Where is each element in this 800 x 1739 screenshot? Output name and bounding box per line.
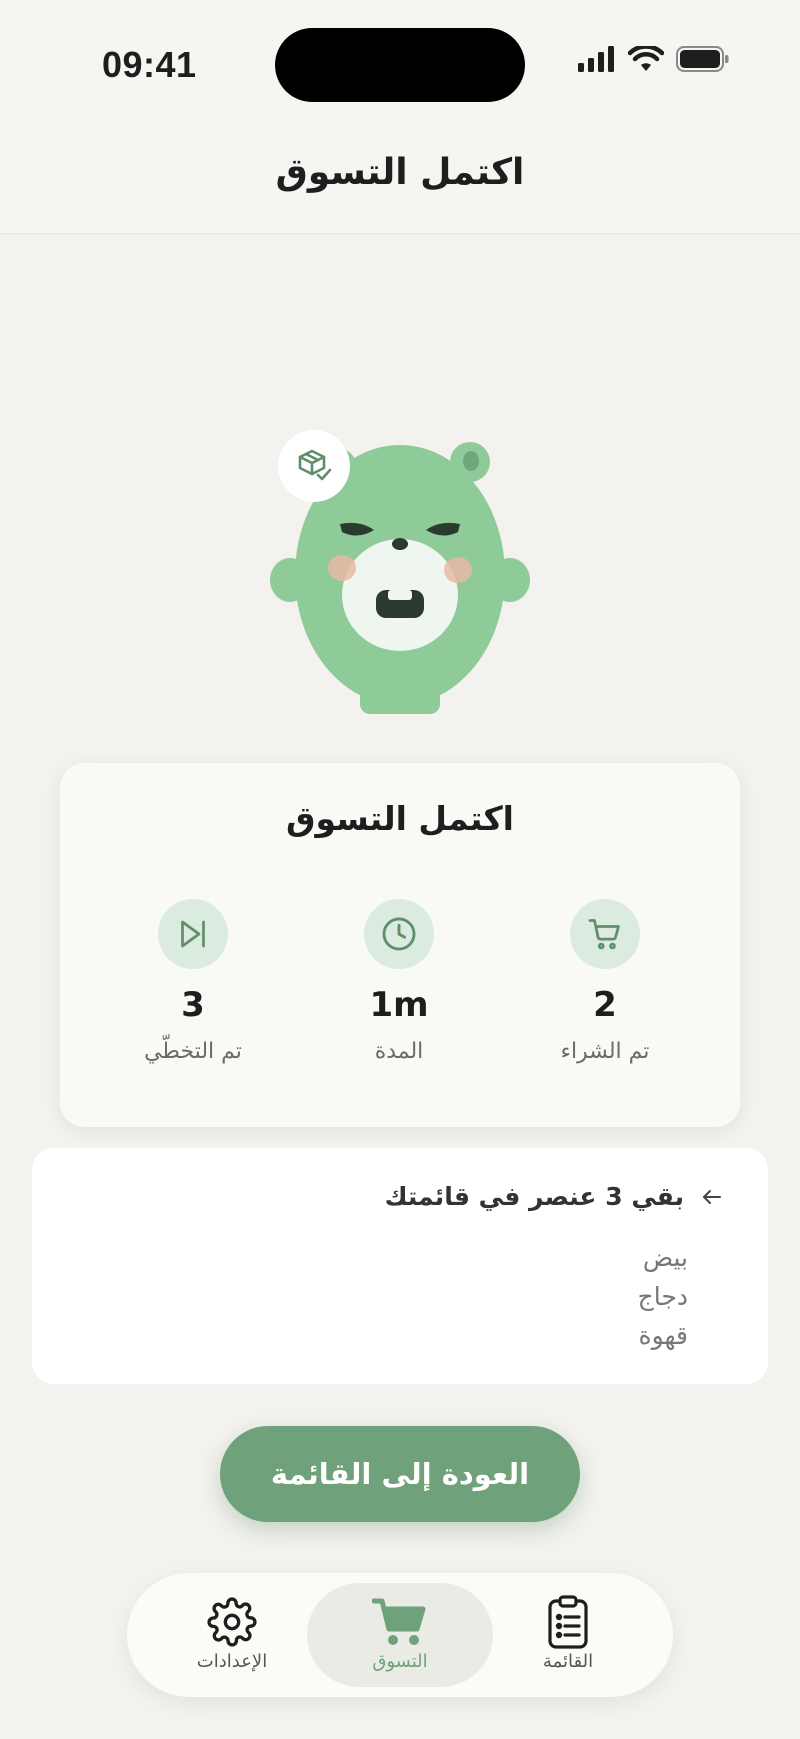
battery-icon xyxy=(676,46,729,72)
signal-icon xyxy=(578,46,614,72)
summary-title: اكتمل التسوق xyxy=(286,799,514,838)
stat-value: 1m xyxy=(369,985,429,1025)
cart-icon xyxy=(372,1598,426,1645)
remaining-list: بيض دجاج قهوة xyxy=(638,1238,688,1355)
nav-header: اكتمل التسوق xyxy=(0,130,800,234)
dynamic-island xyxy=(275,28,525,102)
stat-duration: 1m المدة xyxy=(299,899,499,1064)
status-bar: 09:41 xyxy=(0,0,800,130)
status-icons xyxy=(576,46,730,72)
back-to-list-button[interactable]: العودة إلى القائمة xyxy=(220,1426,580,1522)
remaining-header[interactable]: بقي 3 عنصر في قائمتك xyxy=(385,1182,724,1211)
clock-icon xyxy=(382,917,416,951)
tab-label: القائمة xyxy=(542,1651,594,1672)
arrow-left-icon[interactable] xyxy=(700,1185,724,1209)
tab-label: الإعدادات xyxy=(196,1651,268,1672)
stat-purchased: 2 تم الشراء xyxy=(505,899,705,1064)
list-item: دجاج xyxy=(637,1282,688,1311)
list-item: قهوة xyxy=(638,1321,689,1350)
stat-label: المدة xyxy=(374,1039,424,1064)
clipboard-list-icon xyxy=(548,1595,588,1649)
stat-label: تم الشراء xyxy=(560,1039,650,1064)
stat-value: 2 xyxy=(593,985,617,1025)
tab-label: التسوق xyxy=(372,1651,428,1672)
tab-settings[interactable]: الإعدادات xyxy=(147,1583,317,1687)
tab-list[interactable]: القائمة xyxy=(483,1583,653,1687)
cart-icon xyxy=(588,919,620,950)
tab-shopping[interactable]: التسوق xyxy=(307,1583,493,1687)
shopping-summary-card: اكتمل التسوق 2 تم الشراء 1m المدة 3 تم ا… xyxy=(60,763,740,1127)
stat-value: 3 xyxy=(181,985,205,1025)
stat-skipped: 3 تم التخطّي xyxy=(93,899,293,1064)
stat-label: تم التخطّي xyxy=(144,1039,242,1064)
status-time: 09:41 xyxy=(102,44,197,85)
bear-mascot-illustration xyxy=(270,430,530,714)
gear-icon xyxy=(207,1597,257,1647)
wifi-icon xyxy=(628,46,664,71)
page-title: اكتمل التسوق xyxy=(275,152,525,193)
list-item: بيض xyxy=(642,1243,688,1272)
tab-bar: القائمة التسوق الإعدادات xyxy=(127,1573,673,1697)
skip-forward-icon xyxy=(181,920,205,948)
remaining-items-card[interactable]: بقي 3 عنصر في قائمتك بيض دجاج قهوة xyxy=(32,1148,768,1384)
remaining-title: بقي 3 عنصر في قائمتك xyxy=(384,1182,684,1211)
